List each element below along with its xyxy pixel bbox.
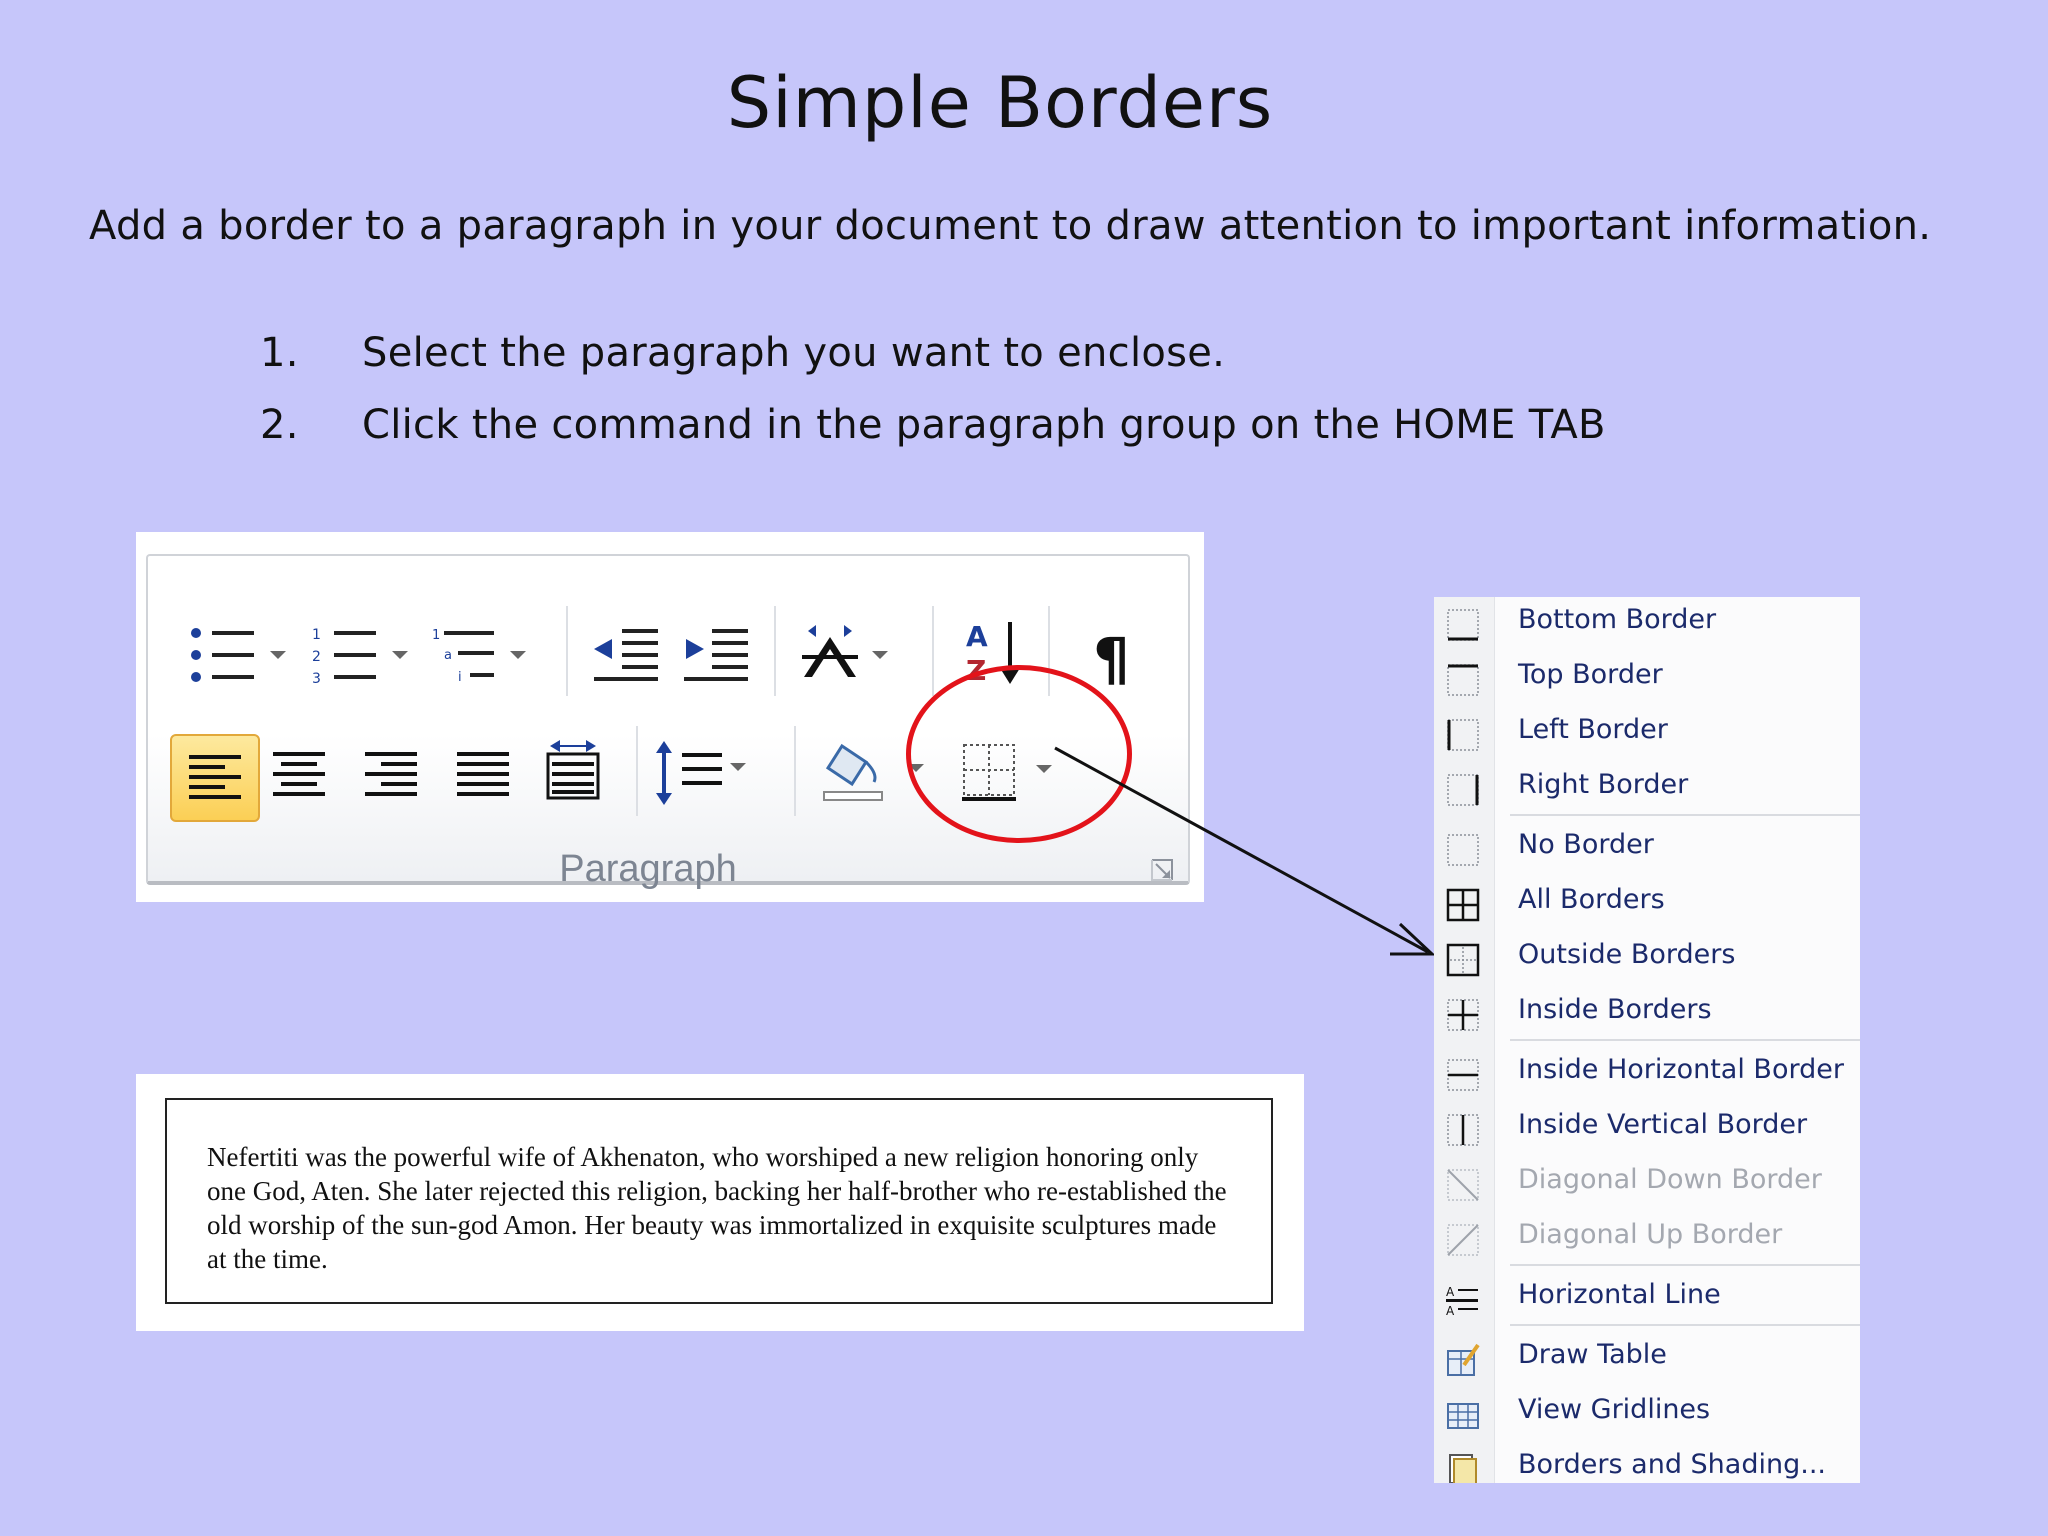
menu-item-view-gridlines[interactable]: View Gridlines [1434,1387,1860,1441]
no-border-icon [1447,834,1479,866]
inside-borders-icon [1447,999,1479,1031]
menu-item-bottom-border[interactable]: Bottom Border [1434,597,1860,651]
menu-separator [1510,1264,1860,1266]
menu-item-all-borders[interactable]: All Borders [1434,877,1860,931]
draw-table-icon [1447,1343,1480,1376]
top-border-icon [1447,664,1479,696]
outside-borders-icon [1446,943,1480,977]
menu-item-inside-borders[interactable]: Inside Borders [1434,987,1860,1041]
menu-item-label: All Borders [1518,884,1665,915]
menu-item-label: Horizontal Line [1518,1279,1721,1310]
borders-dropdown-menu: Bottom Border Top Border Left Border Rig… [1434,597,1860,1483]
diagonal-down-border-icon [1447,1169,1479,1201]
menu-item-label: Inside Vertical Border [1518,1109,1808,1140]
menu-item-borders-and-shading[interactable]: Borders and Shading... [1434,1442,1860,1483]
menu-item-label: Outside Borders [1518,939,1736,970]
menu-item-diagonal-up-border[interactable]: Diagonal Up Border [1434,1212,1860,1266]
svg-text:A: A [1446,1304,1455,1317]
menu-item-label: Bottom Border [1518,604,1717,635]
menu-item-no-border[interactable]: No Border [1434,822,1860,876]
menu-item-outside-borders[interactable]: Outside Borders [1434,932,1860,986]
menu-separator [1510,1324,1860,1326]
diagonal-up-border-icon [1447,1224,1479,1256]
paragraph-border: Nefertiti was the powerful wife of Akhen… [165,1098,1273,1304]
menu-item-label: No Border [1518,829,1654,860]
menu-item-label: Diagonal Down Border [1518,1164,1822,1195]
inside-horizontal-border-icon [1447,1059,1479,1091]
menu-item-label: Diagonal Up Border [1518,1219,1783,1250]
right-border-icon [1447,774,1479,806]
menu-separator [1510,814,1860,816]
horizontal-line-icon: AA [1446,1285,1478,1317]
menu-item-label: Inside Borders [1518,994,1712,1025]
inside-vertical-border-icon [1447,1114,1479,1146]
menu-item-left-border[interactable]: Left Border [1434,707,1860,761]
bordered-paragraph-example: Nefertiti was the powerful wife of Akhen… [136,1074,1304,1331]
menu-item-label: Left Border [1518,714,1668,745]
menu-item-label: Top Border [1518,659,1663,690]
menu-item-inside-vertical-border[interactable]: Inside Vertical Border [1434,1102,1860,1156]
left-border-icon [1447,719,1479,751]
menu-item-label: Borders and Shading... [1518,1449,1826,1480]
all-borders-icon [1446,888,1480,922]
menu-item-label: Draw Table [1518,1339,1667,1370]
sample-paragraph-text: Nefertiti was the powerful wife of Akhen… [207,1142,1227,1274]
view-gridlines-icon [1447,1403,1479,1429]
menu-item-diagonal-down-border[interactable]: Diagonal Down Border [1434,1157,1860,1211]
svg-text:A: A [1446,1285,1455,1299]
menu-item-label: View Gridlines [1518,1394,1711,1425]
bottom-border-icon [1447,609,1479,641]
menu-item-horizontal-line[interactable]: AA Horizontal Line [1434,1272,1860,1326]
menu-item-right-border[interactable]: Right Border [1434,762,1860,816]
menu-item-draw-table[interactable]: Draw Table [1434,1332,1860,1386]
menu-item-inside-horizontal-border[interactable]: Inside Horizontal Border [1434,1047,1860,1101]
borders-and-shading-icon [1449,1454,1477,1483]
menu-item-label: Inside Horizontal Border [1518,1054,1844,1085]
menu-item-label: Right Border [1518,769,1689,800]
menu-item-top-border[interactable]: Top Border [1434,652,1860,706]
menu-separator [1510,1039,1860,1041]
